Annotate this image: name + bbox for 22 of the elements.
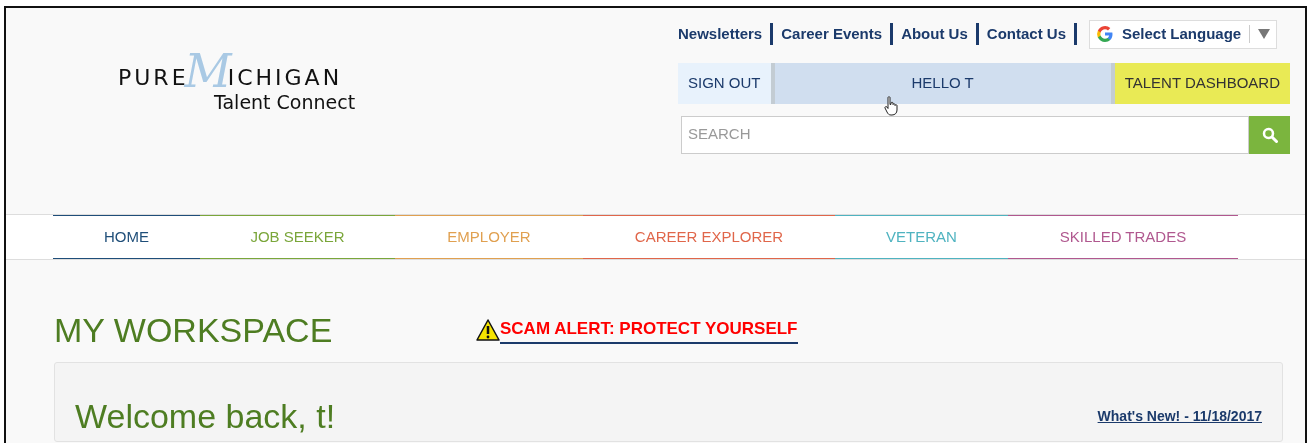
- top-link[interactable]: About Us: [901, 23, 968, 46]
- account-link[interactable]: HELLO T: [770, 62, 1115, 104]
- warning-icon: [476, 319, 500, 341]
- nav-tab[interactable]: HOME: [53, 215, 200, 259]
- top-link[interactable]: Contact Us: [986, 23, 1066, 46]
- search-icon: [1261, 127, 1278, 144]
- top-link[interactable]: Newsletters: [678, 23, 763, 46]
- top-link[interactable]: Career Events: [781, 23, 883, 46]
- welcome-heading: Welcome back, t!: [75, 396, 336, 437]
- scam-alert-link[interactable]: SCAM ALERT: PROTECT YOURSELF: [500, 316, 798, 344]
- whats-new-link[interactable]: What's New! - 11/18/2017: [1097, 406, 1262, 427]
- logo[interactable]: PUREMICHIGAN Talent Connect: [118, 48, 378, 117]
- dropdown-caret-icon: [1258, 29, 1271, 40]
- hand-cursor-icon: [884, 96, 899, 116]
- page-title: MY WORKSPACE: [54, 309, 334, 351]
- nav-tab[interactable]: SKILLED TRADES: [1008, 215, 1238, 259]
- search-field[interactable]: SEARCH: [681, 115, 1249, 154]
- language-select[interactable]: Select Language: [1089, 20, 1278, 49]
- account-link[interactable]: TALENT DASHBOARD: [1114, 62, 1290, 104]
- account-link[interactable]: SIGN OUT: [678, 62, 771, 104]
- search-button[interactable]: [1249, 115, 1290, 154]
- g-logo-icon: [1096, 25, 1114, 44]
